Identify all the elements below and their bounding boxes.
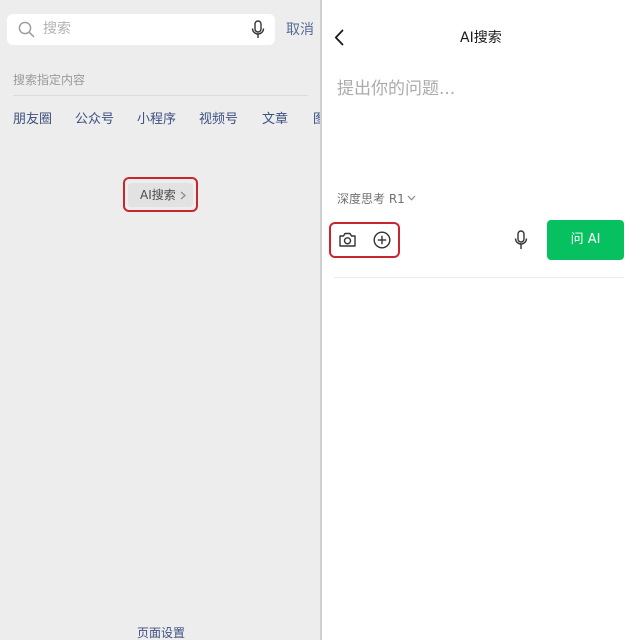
cancel-button[interactable]: 取消 [286, 21, 314, 39]
divider [334, 277, 624, 278]
page-settings-link[interactable]: 页面设置 [137, 625, 185, 640]
mode-selector[interactable]: 深度思考 R1 [337, 191, 405, 207]
search-placeholder: 搜索 [43, 21, 71, 37]
ask-ai-button[interactable]: 问 AI [547, 220, 624, 260]
ask-ai-button-label: 问 AI [570, 232, 601, 247]
category-moments[interactable]: 朋友圈 [13, 111, 52, 128]
back-arrow-icon[interactable] [334, 29, 344, 46]
search-input[interactable]: 搜索 [7, 14, 275, 45]
search-icon [18, 21, 35, 38]
page-title: AI搜索 [460, 30, 502, 46]
category-articles[interactable]: 文章 [262, 111, 288, 128]
specified-search-title: 搜索指定内容 [13, 73, 86, 87]
divider [13, 95, 308, 96]
ai-search-page: AI搜索 提出你的问题... 深度思考 R1 问 AI [322, 0, 640, 640]
search-page: 搜索 取消 搜索指定内容 朋友圈 公众号 小程序 视频号 文章 图 AI搜索 页… [0, 0, 320, 640]
camera-icon[interactable] [338, 231, 357, 248]
category-more[interactable]: 图 [313, 111, 320, 128]
annotation-highlight-box [123, 177, 198, 212]
category-row: 朋友圈 公众号 小程序 视频号 文章 图 [0, 111, 320, 129]
microphone-icon[interactable] [514, 230, 528, 250]
plus-circle-icon[interactable] [373, 231, 391, 249]
category-official-accounts[interactable]: 公众号 [75, 111, 114, 128]
microphone-icon[interactable] [251, 20, 265, 39]
chevron-down-icon[interactable] [407, 195, 416, 201]
category-mini-programs[interactable]: 小程序 [137, 111, 176, 128]
question-input[interactable]: 提出你的问题... [337, 78, 455, 100]
category-channels[interactable]: 视频号 [199, 111, 238, 128]
